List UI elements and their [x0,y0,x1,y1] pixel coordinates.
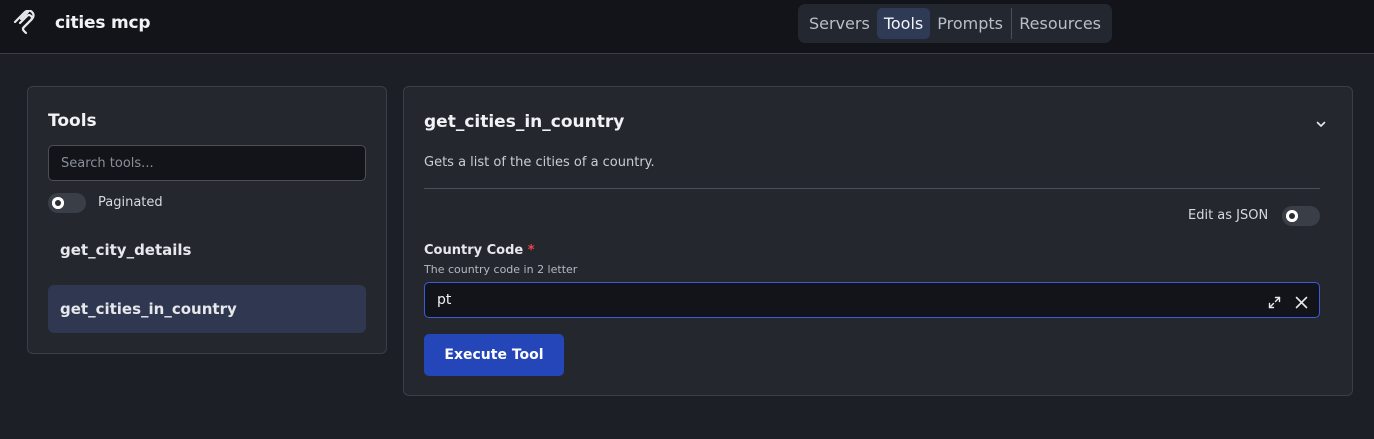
tool-item-get-cities-in-country[interactable]: get_cities_in_country [48,285,366,333]
chevron-down-icon[interactable] [1315,115,1327,127]
edit-as-json-label: Edit as JSON [1188,208,1269,223]
country-code-help: The country code in 2 letter [424,263,578,276]
nav-tools[interactable]: Tools [876,8,931,39]
tools-panel-title: Tools [48,111,97,131]
country-code-label-text: Country Code [424,243,524,258]
close-icon[interactable] [1295,294,1308,309]
tool-detail-panel: get_cities_in_country Gets a list of the… [403,86,1353,396]
nav-prompts[interactable]: Prompts [930,8,1010,39]
required-marker: * [527,243,535,258]
tools-list-panel: Tools Paginated get_city_details get_cit… [27,86,387,354]
divider [424,188,1320,189]
execute-tool-button[interactable]: Execute Tool [424,334,564,376]
paginated-toggle[interactable] [48,193,86,213]
nav-resources[interactable]: Resources [1012,8,1108,39]
country-code-label: Country Code * [424,243,535,258]
paginated-label: Paginated [98,195,163,210]
app-title: cities mcp [55,13,151,33]
nav-servers[interactable]: Servers [802,8,877,39]
toggle-knob [52,197,64,209]
mcp-logo-icon[interactable] [12,9,38,36]
expand-icon[interactable] [1268,294,1281,309]
edit-as-json-toggle[interactable] [1282,206,1320,226]
top-bar: cities mcp Servers Tools Prompts Resourc… [0,0,1374,54]
search-tools-input[interactable] [48,145,366,181]
tool-item-get-city-details[interactable]: get_city_details [48,226,366,274]
country-code-input[interactable] [425,283,1245,317]
main-nav: Servers Tools Prompts Resources [798,4,1112,43]
tool-description: Gets a list of the cities of a country. [424,155,655,170]
tool-title: get_cities_in_country [424,112,625,132]
country-code-field [424,282,1320,318]
toggle-knob [1286,210,1298,222]
